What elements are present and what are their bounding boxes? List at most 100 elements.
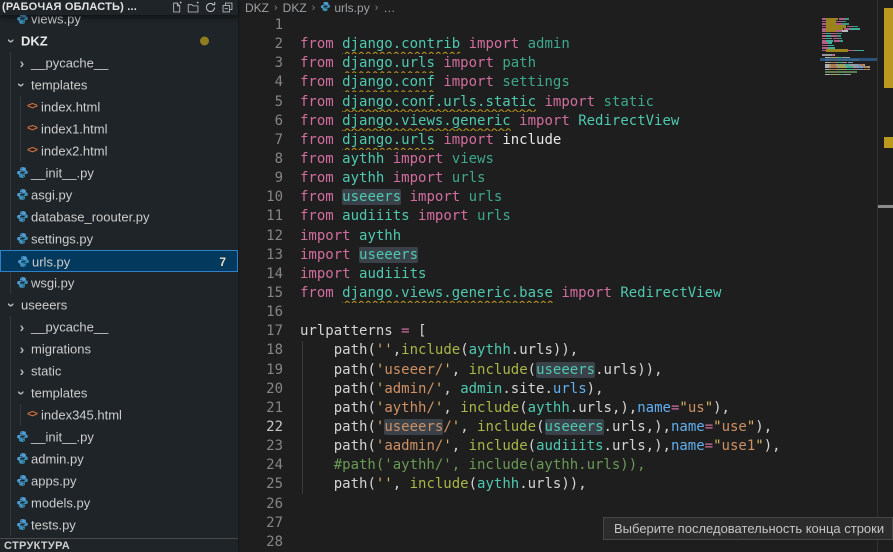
sidebar-item-init-py[interactable]: __init__.py [0,162,238,184]
code-line[interactable]: 22 path('useeers/', include(useeers.urls… [240,418,820,437]
breadcrumb[interactable]: DKZ›DKZ›urls.py›… [245,0,395,16]
explorer-section-header[interactable]: (РАБОЧАЯ ОБЛАСТЬ) ... [0,0,238,15]
line-number[interactable]: 3 [240,54,283,73]
code-line[interactable]: 11from audiiits import urls [240,207,820,226]
line-number[interactable]: 26 [240,495,283,514]
new-folder-icon[interactable] [187,1,200,14]
line-number[interactable]: 23 [240,437,283,456]
sidebar-item-database-roouter-py[interactable]: database_roouter.py [0,206,238,228]
line-number[interactable]: 24 [240,456,283,475]
collapse-all-icon[interactable] [221,1,234,14]
line-number[interactable]: 7 [240,131,283,150]
line-number[interactable]: 16 [240,303,283,322]
sidebar-item-migrations[interactable]: ›migrations [0,338,238,360]
code-line[interactable]: 4from django.conf import settings [240,73,820,92]
sidebar-item-asgi-py[interactable]: asgi.py [0,184,238,206]
sidebar-item-models-py[interactable]: models.py [0,492,238,514]
code-line[interactable]: 12import aythh [240,227,820,246]
code-line[interactable]: 20 path('admin/', admin.site.urls), [240,380,820,399]
line-number[interactable]: 19 [240,361,283,380]
line-number[interactable]: 4 [240,73,283,92]
code-line[interactable]: 2from django.contrib import admin [240,35,820,54]
chevron-down-icon[interactable]: › [4,33,20,49]
chevron-right-icon[interactable]: › [14,319,30,335]
sidebar-item-templates[interactable]: ›templates [0,74,238,96]
code-line[interactable]: 13import useeers [240,246,820,265]
breadcrumb-item[interactable]: DKZ [283,1,307,15]
line-number[interactable]: 18 [240,341,283,360]
code-line[interactable]: 16 [240,303,820,322]
code-line[interactable]: 3from django.urls import path [240,54,820,73]
sidebar-item-static[interactable]: ›static [0,360,238,382]
line-number[interactable]: 2 [240,35,283,54]
breadcrumb-item[interactable]: DKZ [245,1,269,15]
line-number[interactable]: 17 [240,322,283,341]
line-number[interactable]: 21 [240,399,283,418]
code-line[interactable]: 21 path('aythh/', include(aythh.urls,),n… [240,399,820,418]
chevron-right-icon[interactable]: › [14,363,30,379]
code-line[interactable]: 19 path('useeer/', include(useeers.urls)… [240,361,820,380]
breadcrumb-item[interactable]: … [383,1,395,15]
minimap[interactable] [820,16,877,136]
code-line[interactable]: 10from useeers import urls [240,188,820,207]
line-number[interactable]: 10 [240,188,283,207]
code-line[interactable]: 1 [240,16,820,35]
line-number[interactable]: 25 [240,475,283,494]
code-line[interactable]: 23 path('aadmin/', include(audiiits.urls… [240,437,820,456]
sidebar-item-admin-py[interactable]: admin.py [0,448,238,470]
line-number[interactable]: 11 [240,207,283,226]
sidebar-item-tests-py[interactable]: tests.py [0,514,238,536]
line-number[interactable]: 13 [240,246,283,265]
line-number[interactable]: 27 [240,514,283,533]
line-number[interactable]: 15 [240,284,283,303]
code-line[interactable]: 14import audiiits [240,265,820,284]
sidebar-item-index345-html[interactable]: <>index345.html [0,404,238,426]
code-line[interactable]: 15from django.views.generic.base import … [240,284,820,303]
new-file-icon[interactable] [170,1,183,14]
sidebar-item-pycache[interactable]: ›__pycache__ [0,316,238,338]
line-number[interactable]: 9 [240,169,283,188]
code-line[interactable]: 26 [240,495,820,514]
chevron-down-icon[interactable]: › [14,77,30,93]
chevron-down-icon[interactable]: › [14,385,30,401]
vscode-window: views.py›DKZ›__pycache__›templates<>inde… [0,0,893,552]
code-line[interactable]: 8from aythh import views [240,150,820,169]
sidebar-item-wsgi-py[interactable]: wsgi.py [0,272,238,294]
line-number[interactable]: 6 [240,112,283,131]
line-number[interactable]: 12 [240,227,283,246]
code-line[interactable]: 7from django.urls import include [240,131,820,150]
sidebar-item-init-py[interactable]: __init__.py [0,426,238,448]
code-line[interactable]: 18 path('',include(aythh.urls)), [240,341,820,360]
outline-section-header[interactable]: СТРУКТУРА [0,538,238,552]
code-line[interactable]: 17urlpatterns = [ [240,322,820,341]
sidebar-resize-sash[interactable] [238,0,239,552]
code-line[interactable]: 9from aythh import urls [240,169,820,188]
sidebar-item-index2-html[interactable]: <>index2.html [0,140,238,162]
sidebar-item-apps-py[interactable]: apps.py [0,470,238,492]
chevron-right-icon[interactable]: › [14,55,30,71]
line-number[interactable]: 20 [240,380,283,399]
sidebar-item-pycache[interactable]: ›__pycache__ [0,52,238,74]
code-line[interactable]: 5from django.conf.urls.static import sta… [240,93,820,112]
sidebar-item-settings-py[interactable]: settings.py [0,228,238,250]
python-file-icon [14,187,30,203]
chevron-right-icon[interactable]: › [14,341,30,357]
chevron-down-icon[interactable]: › [4,297,20,313]
code-line[interactable]: 25 path('', include(aythh.urls)), [240,475,820,494]
breadcrumb-item[interactable]: urls.py [320,1,369,15]
sidebar-item-dkz[interactable]: ›DKZ [0,30,238,52]
sidebar-item-useeers[interactable]: ›useeers [0,294,238,316]
sidebar-item-urls-py[interactable]: urls.py7 [0,250,238,272]
line-number[interactable]: 1 [240,16,283,35]
sidebar-item-index1-html[interactable]: <>index1.html [0,118,238,140]
line-number[interactable]: 8 [240,150,283,169]
refresh-icon[interactable] [204,1,217,14]
code-line[interactable]: 24 #path('aythh/', include(aythh.urls)), [240,456,820,475]
sidebar-item-templates[interactable]: ›templates [0,382,238,404]
sidebar-item-index-html[interactable]: <>index.html [0,96,238,118]
line-number[interactable]: 14 [240,265,283,284]
line-number[interactable]: 22 [240,418,283,437]
code-line[interactable]: 6from django.views.generic import Redire… [240,112,820,131]
line-number[interactable]: 28 [240,533,283,552]
line-number[interactable]: 5 [240,93,283,112]
